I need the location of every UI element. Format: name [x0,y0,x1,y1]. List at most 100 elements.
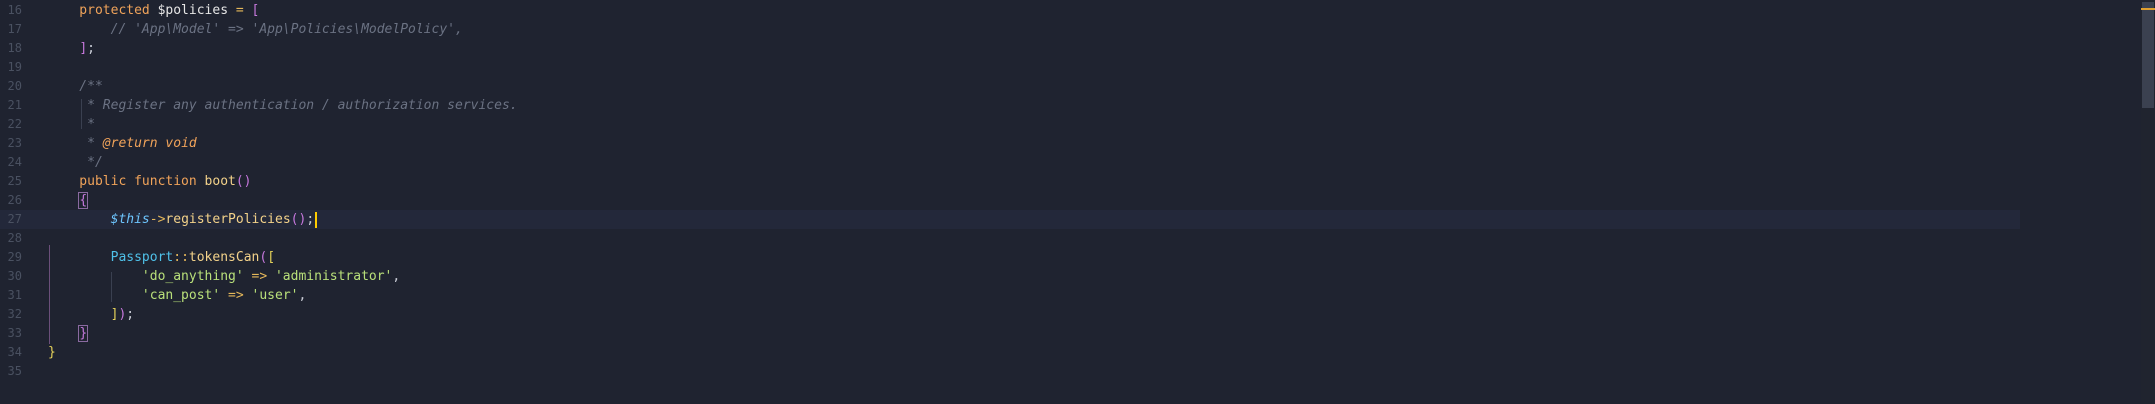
code-line[interactable]: 19 [0,58,2020,77]
line-number: 22 [7,117,22,131]
code-token: tokensCan [188,250,260,265]
code-token: => [220,288,252,303]
code-line[interactable]: 22 * [0,115,2020,134]
code-line[interactable]: 34} [0,343,2020,362]
code-token: ( [259,250,268,265]
line-number: 30 [7,269,22,283]
line-number: 21 [7,98,22,112]
code-line[interactable]: 24 */ [0,153,2020,172]
code-line[interactable]: 23 * @return void [0,134,2020,153]
code-token: public function [48,174,205,189]
line-number: 35 [7,364,22,378]
line-number: 32 [7,307,22,321]
code-line[interactable]: 30 'do_anything' => 'administrator', [0,267,2020,286]
code-token: { [78,192,89,209]
line-code: */ [48,153,103,172]
scrollbar-thumb[interactable] [2142,2,2154,108]
code-token: } [78,325,89,342]
code-token: registerPolicies [165,212,291,227]
code-token: ; [126,307,135,322]
code-token: ; [87,41,95,56]
code-token: = [228,3,252,18]
line-number: 33 [7,326,22,340]
vertical-scrollbar[interactable] [2141,0,2155,404]
code-line[interactable]: 26 { [0,191,2020,210]
line-number: 16 [7,3,22,17]
code-token: @return void [102,136,197,151]
code-line[interactable]: 28 [0,229,2020,248]
line-number: 29 [7,250,22,264]
line-code: public function boot() [48,172,252,191]
code-token: ; [306,212,315,227]
code-line[interactable]: 29 Passport::tokensCan([ [0,248,2020,267]
code-token: // 'App\Model' => 'App\Policies\ModelPol… [48,22,463,37]
line-code: 'do_anything' => 'administrator', [48,267,400,286]
line-code: Passport::tokensCan([ [48,248,275,267]
line-number: 20 [7,79,22,93]
line-number: 28 [7,231,22,245]
line-number: 23 [7,136,22,150]
line-code: $this->registerPolicies(); [48,210,318,229]
code-token: } [48,345,56,360]
line-code: 'can_post' => 'user', [48,286,306,305]
code-token: () [235,174,252,189]
code-token: Passport [110,250,174,265]
code-token: , [392,269,401,284]
code-line[interactable]: 21 * Register any authentication / autho… [0,96,2020,115]
code-line[interactable]: 18 ]; [0,39,2020,58]
code-line[interactable]: 32 ]); [0,305,2020,324]
line-code: } [48,343,56,362]
line-code: // 'App\Model' => 'App\Policies\ModelPol… [48,20,463,39]
code-token: -> [149,212,166,227]
code-token: () [290,212,307,227]
code-token: * [48,136,103,151]
line-number: 34 [7,345,22,359]
code-token: * Register any authentication / authoriz… [48,98,518,113]
line-number: 17 [7,22,22,36]
code-line[interactable]: 31 'can_post' => 'user', [0,286,2020,305]
indent-guide-method [49,245,50,344]
code-line[interactable]: 20 /** [0,77,2020,96]
code-token: /** [48,79,103,94]
code-line[interactable]: 25 public function boot() [0,172,2020,191]
line-number: 26 [7,193,22,207]
line-number: 31 [7,288,22,302]
code-editor[interactable]: 16 protected $policies = [17 // 'App\Mod… [0,0,2155,404]
code-token: */ [48,155,103,170]
code-line[interactable]: 33 } [0,324,2020,343]
line-code: protected $policies = [ [48,1,259,20]
line-code: ]; [48,39,95,58]
line-code: * @return void [48,134,197,153]
code-line[interactable]: 17 // 'App\Model' => 'App\Policies\Model… [0,20,2020,39]
code-line[interactable]: 35 [0,362,2020,381]
scrollbar-cursor-marker [2141,8,2155,10]
indent-guide-block [81,99,82,129]
code-line[interactable]: 27 $this->registerPolicies(); [0,210,2020,229]
code-token: 'administrator' [274,269,393,284]
line-code: * Register any authentication / authoriz… [48,96,518,115]
code-token: boot [204,174,236,189]
line-number: 25 [7,174,22,188]
line-number: 18 [7,41,22,55]
line-code: /** [48,77,103,96]
code-token: => [243,269,275,284]
code-token: * [48,117,95,132]
code-line[interactable]: 16 protected $policies = [ [0,1,2020,20]
text-cursor [315,211,318,228]
line-code: ]); [48,305,134,324]
code-token: 'can_post' [141,288,221,303]
code-token: $this [110,212,150,227]
code-token: 'user' [251,288,299,303]
line-code: * [48,115,95,134]
code-token: [ [267,250,276,265]
code-token: protected [48,3,158,18]
line-number: 24 [7,155,22,169]
